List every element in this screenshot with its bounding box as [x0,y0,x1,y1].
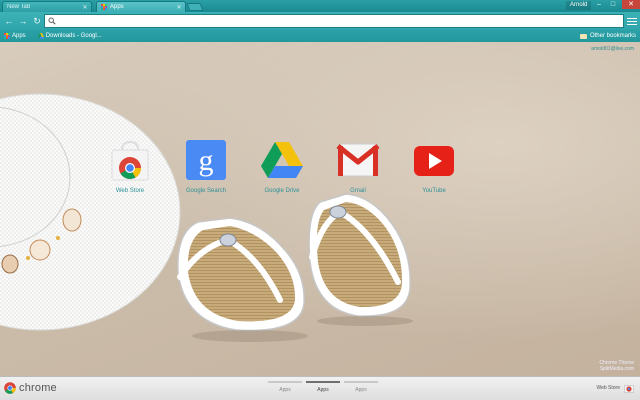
watermark: Chrome Theme SplitMedia.com [599,360,634,372]
back-icon[interactable]: ← [2,14,16,28]
bead-decoration [26,256,30,260]
bottom-bar: chrome Apps Apps Apps Web Store [0,376,640,400]
new-tab-page: arnold01@live.com Web Store g Google Sea… [0,42,640,376]
shell-decoration [29,239,51,261]
maximize-icon[interactable]: □ [606,0,620,9]
app-label: YouTube [422,188,446,194]
bookmark-label: Apps [12,33,26,39]
bookmark-label: Downloads - Googl... [45,33,102,39]
bead-decoration [56,236,60,240]
bookmark-apps[interactable]: Apps [4,33,26,39]
address-input[interactable] [59,16,623,26]
menu-icon[interactable] [627,15,637,27]
title-bar: New Tab ✕ Apps ✕ Arnold – □ ✕ [0,0,640,12]
chrome-wordmark: chrome [19,382,57,394]
tab-close-icon[interactable]: ✕ [81,4,89,11]
user-email[interactable]: arnold01@live.com [591,46,634,52]
page-tab-label: Apps [279,387,291,393]
page-tab-label: Apps [355,387,367,393]
page-switcher: Apps Apps Apps [268,381,378,393]
other-bookmarks[interactable]: Other bookmarks [579,30,636,42]
profile-name[interactable]: Arnold [566,1,592,10]
right-flip-flop [308,193,411,317]
tab-close-icon[interactable]: ✕ [175,4,183,11]
app-label: Gmail [350,188,366,194]
chrome-logo-icon [4,382,16,394]
omnibox[interactable] [44,14,624,28]
tab-title: Apps [110,4,124,10]
tab-new-tab[interactable]: New Tab ✕ [2,1,92,12]
shell-decoration [62,208,82,232]
new-tab-button[interactable] [186,3,204,11]
app-google-search[interactable]: g Google Search [178,138,234,194]
app-google-drive[interactable]: Google Drive [254,138,310,194]
other-bookmarks-label: Other bookmarks [589,33,636,39]
page-tab[interactable]: Apps [268,381,302,393]
toolbar: ← → ↻ [0,12,640,30]
tab-title: New Tab [7,4,31,10]
watermark-line: SplitMedia.com [599,366,634,372]
svg-text:g: g [199,144,214,177]
app-youtube[interactable]: YouTube [406,138,462,194]
web-store-small-icon[interactable] [624,383,634,393]
minimize-icon[interactable]: – [592,0,606,9]
drive-icon [37,33,44,39]
forward-icon[interactable]: → [16,14,30,28]
tab-apps[interactable]: Apps ✕ [96,1,186,12]
page-tab-active[interactable]: Apps [306,381,340,393]
web-store-link[interactable]: Web Store [596,385,620,391]
app-label: Web Store [115,188,145,194]
app-label: Google Search [185,188,227,194]
search-icon [48,17,56,25]
google-search-icon: g [186,140,226,180]
shell-decoration [1,254,19,274]
reload-icon[interactable]: ↻ [30,14,44,28]
youtube-icon [414,146,454,176]
apps-grid-icon [101,4,107,10]
folder-icon [579,33,587,39]
apps-grid-icon [4,33,10,39]
bookmark-downloads[interactable]: Downloads - Googl... [37,33,102,39]
page-tab-label: Apps [317,387,329,393]
page-tab[interactable]: Apps [344,381,378,393]
google-drive-icon [261,142,303,178]
theme-background-image [0,93,413,342]
left-flip-flop [177,217,305,332]
close-window-icon[interactable]: ✕ [622,0,640,9]
web-store-icon [111,140,149,181]
app-web-store[interactable]: Web Store [102,138,158,194]
gmail-icon [336,143,380,177]
chrome-brand[interactable]: chrome [4,382,57,394]
app-label: Google Drive [264,188,300,194]
bookmarks-bar: Apps Downloads - Googl... Other bookmark… [0,30,640,42]
app-gmail[interactable]: Gmail [330,138,386,194]
